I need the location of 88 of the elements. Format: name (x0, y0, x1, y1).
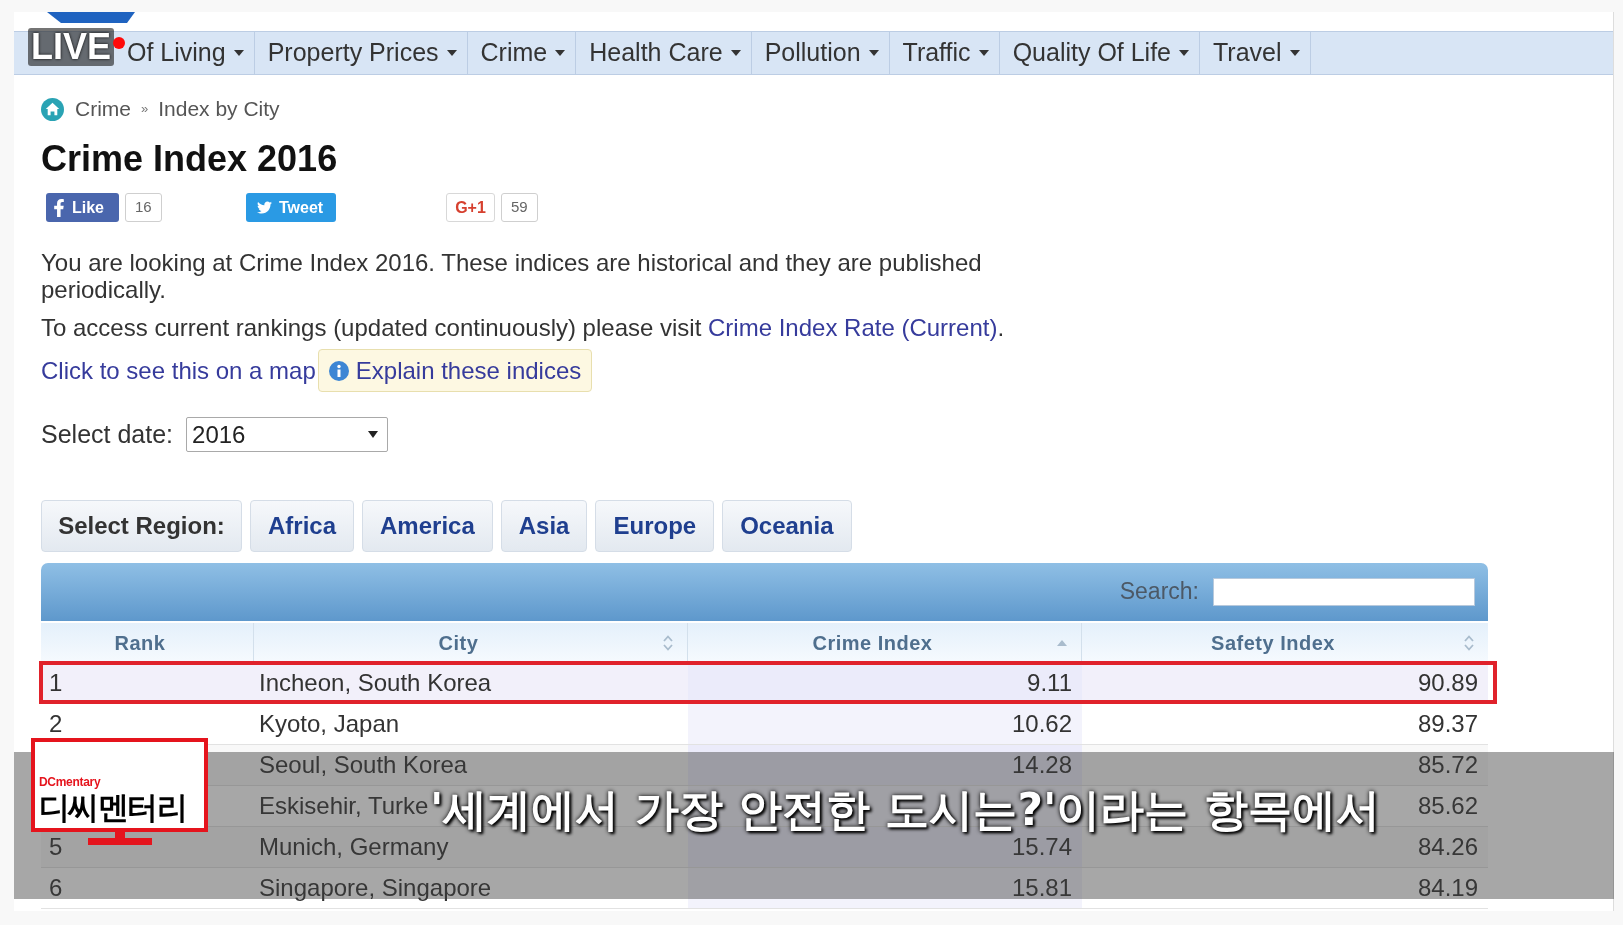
table-cell-text: 15.81 (1011, 872, 1072, 903)
subtitle-text: '세계에서 가장 안전한 도시는?'이라는 항목에서 (430, 787, 1380, 832)
column-header-label: Crime Index (811, 630, 934, 656)
nav-menu-label: Health Care (589, 37, 723, 69)
explain-button[interactable]: Explain these indices (317, 349, 593, 392)
sort-icon (1464, 634, 1474, 651)
share-count: 59 (501, 193, 538, 222)
caret-icon (868, 50, 879, 56)
nav-menu-label: Traffic (902, 37, 971, 69)
table-cell-text: 14.28 (1011, 749, 1072, 780)
nav-menu-item[interactable]: Quality Of Life (999, 32, 1201, 74)
table-cell-text: Kyoto, Japan (259, 708, 400, 739)
caret-icon (555, 50, 566, 56)
region-tab[interactable]: Africa (250, 499, 355, 552)
plus-one-button[interactable]: G+1 (446, 193, 495, 222)
logo-name: 디씨멘터리 (39, 789, 188, 825)
live-label: LIVE (28, 28, 114, 66)
breadcrumb-link[interactable]: Crime (75, 93, 131, 125)
nav-menu-label: Quality Of Life (1012, 37, 1172, 69)
table-cell-text: 5 (49, 831, 63, 862)
nav-menu-label: Crime (480, 37, 548, 69)
current-rankings-link[interactable]: Crime Index Rate (Current) (708, 314, 998, 341)
column-header[interactable]: Crime Index (688, 622, 1082, 663)
column-header-label: Rank (113, 630, 167, 656)
nav-menu-item[interactable]: Traffic (889, 32, 1000, 74)
table-cell-text: 89.37 (1417, 708, 1478, 739)
table-cell-text: 90.89 (1417, 667, 1478, 698)
nav-menu-item[interactable]: Travel (1200, 32, 1311, 74)
table-cell-text: 84.26 (1417, 831, 1478, 862)
page-title: Crime Index 2016 (41, 139, 339, 179)
nav-menu-item[interactable]: Crime (467, 32, 577, 74)
caret-icon (978, 50, 989, 56)
share-count: 16 (125, 193, 162, 222)
caret-icon (446, 50, 457, 56)
breadcrumb-link[interactable]: Index by City (158, 93, 280, 125)
caret-icon (730, 50, 741, 56)
date-select[interactable]: 2016 (186, 417, 389, 453)
search-label: Search: (1119, 577, 1199, 607)
nav-menu-label: Of Living (127, 37, 226, 69)
nav-menu-item[interactable]: Of Living (124, 32, 255, 74)
region-label: Select Region: (41, 499, 242, 552)
region-tab[interactable]: Oceania (722, 499, 852, 552)
table-cell-text: 2 (49, 708, 63, 739)
region-tab[interactable]: America (362, 499, 493, 552)
nav-menu-item[interactable]: Property Prices (254, 32, 468, 74)
nav-menu-label: Pollution (764, 37, 861, 69)
dropdown-arrow-icon (368, 431, 379, 439)
table-cell-text: 6 (49, 872, 63, 903)
date-label: Select date: (41, 419, 174, 450)
sort-ascending-icon (1057, 639, 1067, 646)
info-icon (328, 360, 349, 381)
nav-menu-item[interactable]: Pollution (751, 32, 890, 74)
logo-tagline: DCmentary (39, 776, 102, 789)
column-header[interactable]: Safety Index (1082, 622, 1488, 663)
table-cell-text: Seoul, South Korea (259, 749, 468, 780)
table-cell-text: Munich, Germany (259, 832, 449, 862)
table-cell-text: 9.11 (1027, 667, 1072, 698)
table-cell-text: 15.74 (1011, 832, 1072, 862)
breadcrumb-separator: » (141, 100, 149, 119)
search-field[interactable] (1213, 577, 1475, 606)
table-cell-text: 85.72 (1417, 749, 1478, 780)
nav-menu-label: Travel (1213, 37, 1282, 69)
caret-icon (1179, 50, 1190, 56)
sort-icon (663, 634, 673, 651)
caret-icon (1289, 50, 1300, 56)
region-tab[interactable]: Europe (595, 499, 715, 552)
table-cell-text: 84.19 (1417, 872, 1478, 903)
table-cell-text: Incheon, South Korea (259, 667, 492, 698)
nav-menu-label: Property Prices (267, 37, 439, 69)
map-link[interactable]: Click to see this on a map (41, 352, 316, 389)
column-header-label: City (437, 630, 480, 656)
f-logo-icon (53, 198, 65, 217)
intro-text: To access current rankings (updated continuously) please visit Crime Index Rate (Current). (41, 314, 1006, 341)
nav-menu-item[interactable]: Health Care (576, 32, 752, 74)
table-cell-text: 10.62 (1011, 708, 1072, 739)
caret-icon (233, 50, 244, 56)
like-button[interactable]: Like (46, 193, 119, 222)
region-tab[interactable]: Asia (500, 499, 588, 552)
bird-icon (256, 200, 273, 215)
table-cell-text: 1 (49, 667, 63, 698)
table-cell-text: 85.62 (1417, 790, 1478, 821)
home-icon (41, 97, 64, 121)
column-header[interactable]: Rank (41, 622, 254, 663)
column-header-label: Safety Index (1210, 630, 1336, 656)
intro-text: You are looking at Crime Index 2016. These indices are historical and they are published periodically. (41, 249, 983, 303)
column-header[interactable]: City (254, 622, 688, 663)
table-cell-text: Singapore, Singapore (259, 872, 492, 903)
table-cell-text: Eskisehir, Turke (259, 790, 429, 821)
